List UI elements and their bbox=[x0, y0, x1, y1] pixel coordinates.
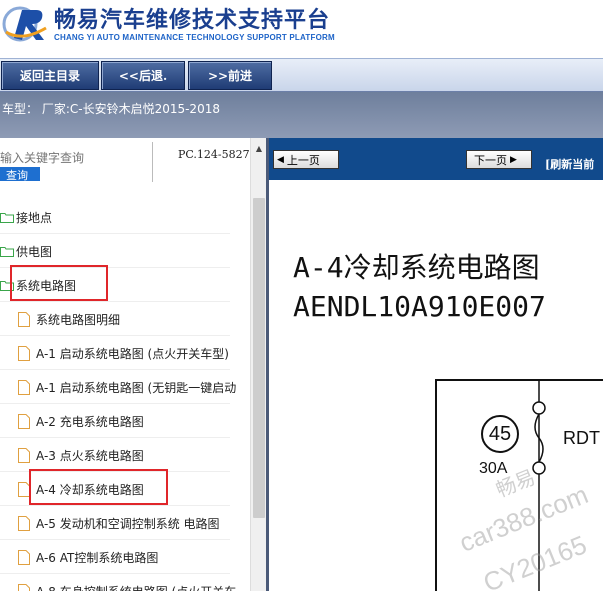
home-button[interactable]: 返回主目录 bbox=[1, 61, 99, 90]
back-button[interactable]: <<后退. bbox=[101, 61, 185, 90]
tree-item-circuit-detail[interactable]: 系统电路图明细 bbox=[0, 302, 250, 336]
folder-icon bbox=[0, 212, 14, 223]
tree-item-label: A-3 点火系统电路图 bbox=[36, 448, 144, 463]
document-icon bbox=[18, 583, 30, 591]
fuse-number-badge: 45 bbox=[481, 415, 519, 453]
tree-item-a1-keyless[interactable]: A-1 启动系统电路图 (无钥匙一键启动 bbox=[0, 370, 250, 404]
tree-item-a3-ignition[interactable]: A-3 点火系统电路图 bbox=[0, 438, 250, 472]
document-icon bbox=[18, 549, 30, 565]
tree-item-label: A-5 发动机和空调控制系统 电路图 bbox=[36, 516, 220, 531]
navigation-bar: 返回主目录 <<后退. >>前进 bbox=[0, 58, 603, 92]
tree-item-label: A-6 AT控制系统电路图 bbox=[36, 550, 159, 565]
folder-icon bbox=[0, 246, 14, 257]
tree-item-label: A-1 启动系统电路图 (点火开关车型) bbox=[36, 346, 229, 361]
document-viewer: ◀ 上一页 下一页 ▶ [刷新当前 A-4冷却系统电路图 AENDL10A910… bbox=[266, 138, 603, 591]
highlight-box-system-circuits bbox=[10, 265, 108, 301]
search-area: 查询 PC.124-5827 bbox=[0, 138, 266, 186]
car-info-bar: 车型： 厂家:C-长安铃木启悦2015-2018 bbox=[0, 92, 603, 138]
search-button[interactable]: 查询 bbox=[0, 167, 40, 182]
document-icon bbox=[18, 515, 30, 531]
navigation-tree-panel: 查询 PC.124-5827 接地点 供电图 系统电路图 系统电路图明细 A-1… bbox=[0, 138, 266, 591]
document-icon bbox=[18, 379, 30, 395]
tree-scrollbar[interactable]: ▲ bbox=[250, 138, 266, 591]
forward-button[interactable]: >>前进 bbox=[188, 61, 272, 90]
tree-item-label: A-8 车身控制系统电路图 (点火开关车 bbox=[36, 583, 236, 591]
document-icon bbox=[18, 413, 30, 429]
tree-item-label: 接地点 bbox=[16, 210, 53, 225]
document-icon bbox=[18, 447, 30, 463]
tree-item-label: 系统电路图明细 bbox=[36, 312, 121, 327]
scroll-thumb[interactable] bbox=[253, 198, 265, 518]
fuse-name: RDT bbox=[563, 428, 600, 448]
document-icon bbox=[18, 311, 30, 327]
app-header: 畅易汽车维修技术支持平台 CHANG YI AUTO MAINTENANCE T… bbox=[0, 0, 603, 58]
car-info-text: 车型： 厂家:C-长安铃木启悦2015-2018 bbox=[2, 102, 220, 116]
scroll-up-arrow-icon[interactable]: ▲ bbox=[251, 142, 266, 156]
tree-item-a1-ignition-key[interactable]: A-1 启动系统电路图 (点火开关车型) bbox=[0, 336, 250, 370]
tree-item-label: A-2 充电系统电路图 bbox=[36, 414, 144, 429]
brand-subtitle: CHANG YI AUTO MAINTENANCE TECHNOLOGY SUP… bbox=[54, 33, 335, 42]
tree-item-a5-engine-ac[interactable]: A-5 发动机和空调控制系统 电路图 bbox=[0, 506, 250, 540]
tree-item-a2-charging[interactable]: A-2 充电系统电路图 bbox=[0, 404, 250, 438]
tree-item-label: A-1 启动系统电路图 (无钥匙一键启动 bbox=[36, 380, 237, 395]
r-letter-logo-icon bbox=[2, 6, 47, 42]
pc-code: PC.124-5827 bbox=[178, 148, 250, 161]
tree-item-a6-at-control[interactable]: A-6 AT控制系统电路图 bbox=[0, 540, 250, 574]
document-icon bbox=[18, 345, 30, 361]
tree-item-power-supply[interactable]: 供电图 bbox=[0, 234, 250, 268]
highlight-box-a4-cooling bbox=[29, 469, 168, 505]
search-input[interactable] bbox=[0, 150, 152, 166]
tree-item-label: 供电图 bbox=[16, 244, 53, 259]
search-divider bbox=[152, 142, 153, 182]
brand-title: 畅易汽车维修技术支持平台 bbox=[54, 8, 331, 33]
tree-item-ground-points[interactable]: 接地点 bbox=[0, 200, 250, 234]
tree-item-a8-body-control[interactable]: A-8 车身控制系统电路图 (点火开关车 bbox=[0, 574, 250, 591]
